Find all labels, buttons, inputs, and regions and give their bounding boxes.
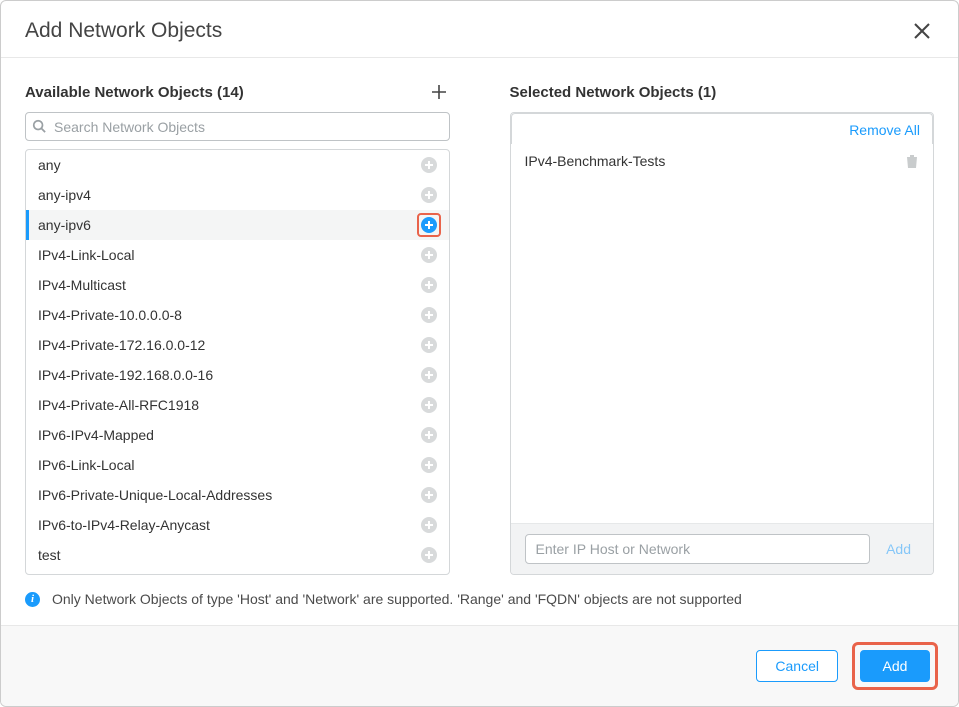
add-item-button[interactable] [421,397,437,413]
plus-circle-icon [424,190,434,200]
info-row: i Only Network Objects of type 'Host' an… [1,575,958,625]
add-item-button[interactable] [421,487,437,503]
add-item-button[interactable] [421,217,437,233]
plus-circle-icon [424,520,434,530]
add-item-button[interactable] [421,157,437,173]
add-item-button[interactable] [421,457,437,473]
plus-circle-icon [424,160,434,170]
list-item[interactable]: IPv6-Link-Local [26,450,449,480]
list-item-label: any [38,157,61,173]
plus-circle-icon [424,340,434,350]
list-item[interactable]: IPv4-Private-All-RFC1918 [26,390,449,420]
enter-ip-row: Add [511,523,934,574]
search-wrapper [25,112,450,141]
selected-list: IPv4-Benchmark-Tests [511,144,934,523]
list-item[interactable]: IPv4-Private-172.16.0.0-12 [26,330,449,360]
add-network-objects-dialog: Add Network Objects Available Network Ob… [0,0,959,707]
selected-panel-title: Selected Network Objects (1) [510,84,717,101]
add-item-button[interactable] [421,187,437,203]
available-panel-title: Available Network Objects (14) [25,84,244,101]
add-item-button[interactable] [421,367,437,383]
plus-circle-icon [424,220,434,230]
add-item-button[interactable] [421,427,437,443]
selected-box: Remove All IPv4-Benchmark-Tests Add [510,112,935,575]
list-item[interactable]: IPv4-Private-10.0.0.0-8 [26,300,449,330]
list-item-label: IPv4-Link-Local [38,247,135,263]
list-item[interactable]: IPv6-Private-Unique-Local-Addresses [26,480,449,510]
dialog-body: Available Network Objects (14) any any-ip… [1,58,958,575]
add-button-highlight: Add [852,642,938,690]
info-icon: i [25,592,40,607]
list-item-label: IPv6-IPv4-Mapped [38,427,154,443]
plus-circle-icon [424,430,434,440]
list-item[interactable]: any-ipv4 [26,180,449,210]
cancel-button[interactable]: Cancel [756,650,838,682]
trash-icon [905,153,919,169]
list-item-label: IPv6-Link-Local [38,457,135,473]
list-item[interactable]: IPv4-Private-192.168.0.0-16 [26,360,449,390]
list-item[interactable]: IPv6-IPv4-Mapped [26,420,449,450]
list-item-label: IPv6-Private-Unique-Local-Addresses [38,487,272,503]
add-item-button[interactable] [421,517,437,533]
list-item-label: IPv4-Private-10.0.0.0-8 [38,307,182,323]
search-icon [32,119,46,133]
plus-circle-icon [424,490,434,500]
plus-circle-icon [424,370,434,380]
enter-add-button[interactable]: Add [886,541,919,557]
list-item[interactable]: any-ipv6 [26,210,449,240]
list-item-label: IPv4-Private-172.16.0.0-12 [38,337,205,353]
list-item[interactable]: test [26,540,449,570]
add-button[interactable]: Add [860,650,930,682]
plus-circle-icon [424,280,434,290]
plus-circle-icon [424,460,434,470]
dialog-footer: Cancel Add [1,625,958,706]
list-item[interactable]: any [26,150,449,180]
selected-item-label: IPv4-Benchmark-Tests [525,153,666,169]
list-item-label: IPv4-Multicast [38,277,126,293]
dialog-header: Add Network Objects [1,1,958,58]
add-item-button[interactable] [421,307,437,323]
add-item-button[interactable] [421,247,437,263]
selected-panel: Selected Network Objects (1) Remove All … [510,78,935,575]
list-item-label: test [38,547,61,563]
add-icon-highlight [417,213,441,237]
close-button[interactable] [910,19,934,43]
list-item-label: IPv6-to-IPv4-Relay-Anycast [38,517,210,533]
add-item-button[interactable] [421,277,437,293]
list-item-label: any-ipv6 [38,217,91,233]
list-item-label: IPv4-Private-All-RFC1918 [38,397,199,413]
list-item-label: IPv4-Private-192.168.0.0-16 [38,367,213,383]
available-list: any any-ipv4 any-ipv6 IPv4-Link-Local IPv4-M… [25,149,450,575]
plus-circle-icon [424,310,434,320]
available-panel-header: Available Network Objects (14) [25,78,450,106]
info-text: Only Network Objects of type 'Host' and … [52,591,742,607]
add-item-button[interactable] [421,337,437,353]
available-panel: Available Network Objects (14) any any-ip… [25,78,450,575]
plus-circle-icon [424,250,434,260]
add-item-button[interactable] [421,547,437,563]
plus-circle-icon [424,550,434,560]
list-item-label: any-ipv4 [38,187,91,203]
selected-panel-header: Selected Network Objects (1) [510,78,935,106]
add-object-button[interactable] [428,81,450,103]
plus-circle-icon [424,400,434,410]
ip-host-input[interactable] [525,534,871,564]
list-item[interactable]: IPv4-Multicast [26,270,449,300]
remove-item-button[interactable] [905,153,919,169]
dialog-title: Add Network Objects [25,19,222,43]
list-item[interactable]: IPv4-Link-Local [26,240,449,270]
selected-item[interactable]: IPv4-Benchmark-Tests [511,144,934,178]
search-input[interactable] [25,112,450,141]
list-item[interactable]: IPv6-to-IPv4-Relay-Anycast [26,510,449,540]
remove-all-button[interactable]: Remove All [511,113,934,144]
plus-icon [430,83,448,101]
close-icon [913,22,931,40]
